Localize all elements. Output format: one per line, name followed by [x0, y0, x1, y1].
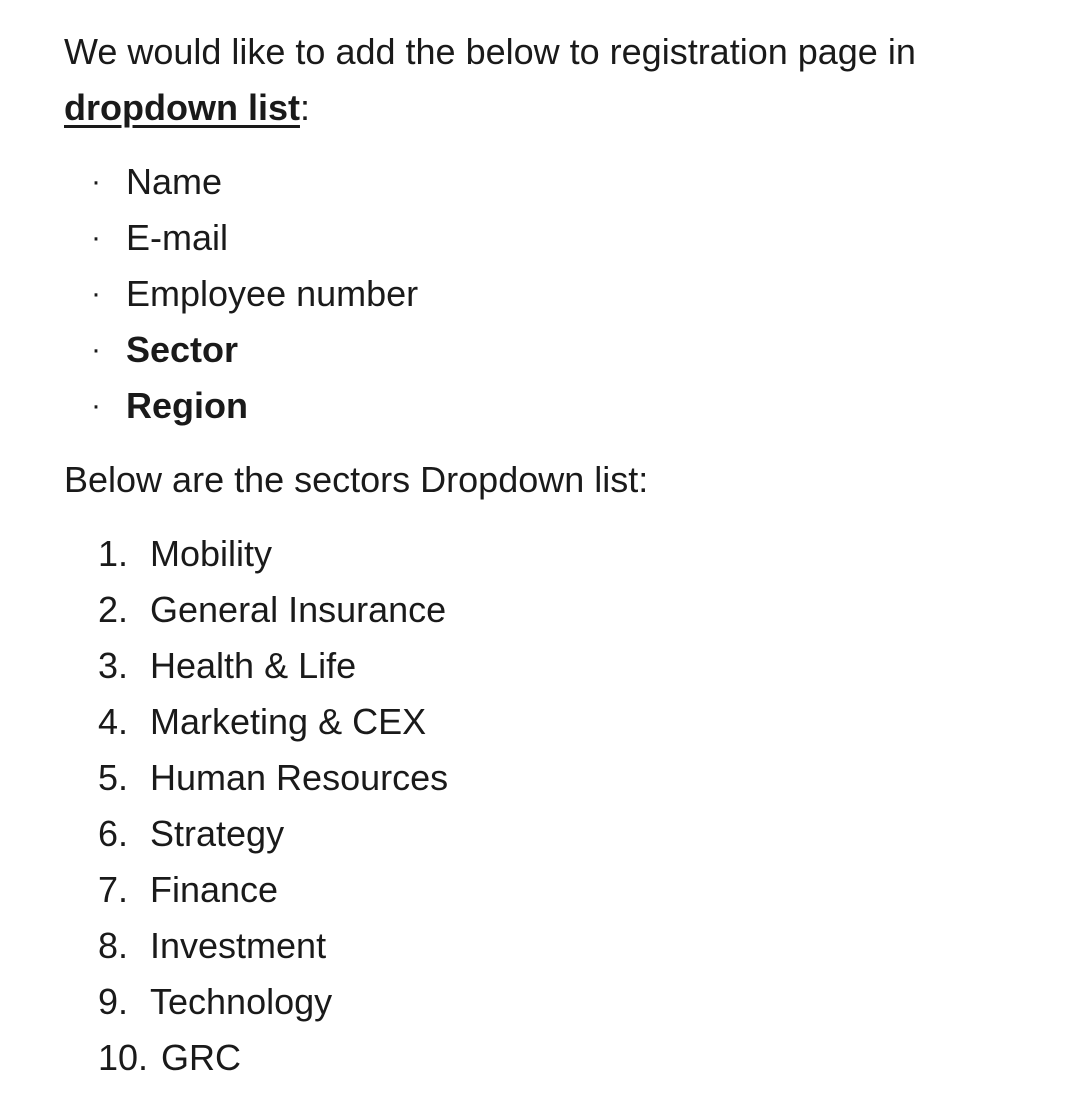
- list-item: 9. Technology: [64, 974, 1024, 1030]
- field-label: Name: [126, 161, 223, 202]
- item-number: 3.: [98, 645, 129, 686]
- item-number: 5.: [98, 757, 129, 798]
- bullet-icon: ·: [91, 277, 101, 310]
- list-item: · Sector: [64, 322, 1024, 378]
- list-item: 3. Health & Life: [64, 638, 1024, 694]
- field-label: Employee number: [126, 273, 419, 314]
- item-number: 6.: [98, 813, 129, 854]
- item-number: 7.: [98, 869, 129, 910]
- list-item: · Region: [64, 378, 1024, 434]
- sector-label: GRC: [161, 1037, 241, 1078]
- list-item: 2. General Insurance: [64, 582, 1024, 638]
- intro-text: We would like to add the below to regist…: [64, 31, 916, 72]
- registration-fields-list: · Name · E-mail · Employee number · Sector ·…: [64, 154, 1024, 434]
- intro-paragraph: We would like to add the below to regist…: [64, 24, 1024, 136]
- sector-label: Mobility: [150, 533, 273, 574]
- bullet-icon: ·: [91, 389, 101, 422]
- item-number: 10.: [98, 1037, 149, 1078]
- sector-label: Marketing & CEX: [150, 701, 427, 742]
- sectors-list: 1. Mobility 2. General Insurance 3. Health …: [64, 526, 1024, 1086]
- field-label: E-mail: [126, 217, 229, 258]
- intro-colon: :: [299, 87, 310, 128]
- item-number: 8.: [98, 925, 129, 966]
- list-item: 6. Strategy: [64, 806, 1024, 862]
- list-item: · E-mail: [64, 210, 1024, 266]
- field-label: Region: [126, 385, 248, 426]
- sector-label: Investment: [150, 925, 327, 966]
- item-number: 9.: [98, 981, 129, 1022]
- bullet-icon: ·: [91, 221, 101, 254]
- list-item: 8. Investment: [64, 918, 1024, 974]
- item-number: 4.: [98, 701, 129, 742]
- list-item: · Name: [64, 154, 1024, 210]
- sector-label: Technology: [150, 981, 333, 1022]
- list-item: · Employee number: [64, 266, 1024, 322]
- sector-label: Finance: [150, 869, 279, 910]
- sectors-intro: Below are the sectors Dropdown list:: [64, 459, 649, 500]
- document-body: We would like to add the below to regist…: [64, 24, 1024, 1086]
- item-number: 1.: [98, 533, 129, 574]
- sector-label: Strategy: [150, 813, 285, 854]
- sector-label: Health & Life: [150, 645, 357, 686]
- list-item: 5. Human Resources: [64, 750, 1024, 806]
- bullet-icon: ·: [91, 165, 101, 198]
- sector-label: General Insurance: [150, 589, 447, 630]
- list-item: 1. Mobility: [64, 526, 1024, 582]
- bullet-icon: ·: [91, 333, 101, 366]
- field-label: Sector: [126, 329, 239, 370]
- intro-emphasis: dropdown list: [64, 87, 300, 128]
- list-item: 4. Marketing & CEX: [64, 694, 1024, 750]
- list-item: 7. Finance: [64, 862, 1024, 918]
- item-number: 2.: [98, 589, 129, 630]
- list-item: 10. GRC: [64, 1030, 1024, 1086]
- sector-label: Human Resources: [150, 757, 449, 798]
